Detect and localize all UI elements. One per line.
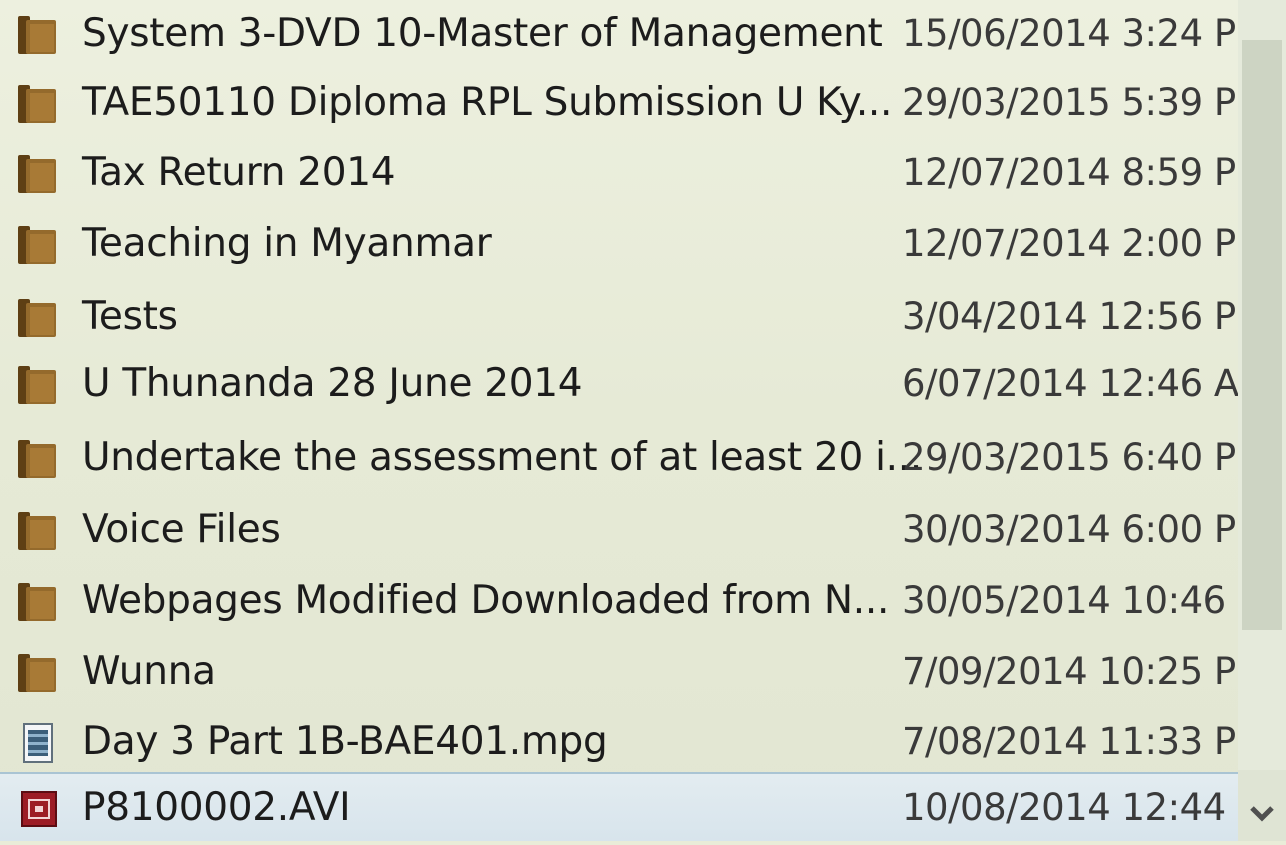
file-list: System 3-DVD 10-Master of Management 15/… (0, 0, 1238, 841)
file-row[interactable]: Wunna 7/09/2014 10:25 PM (0, 638, 1238, 707)
file-name: Undertake the assessment of at least 20 … (82, 435, 922, 480)
folder-icon (16, 364, 60, 406)
file-name: Tax Return 2014 (82, 150, 396, 195)
file-row[interactable]: Tests 3/04/2014 12:56 PM (0, 283, 1238, 352)
folder-icon (16, 153, 60, 195)
file-row[interactable]: Day 3 Part 1B-BAE401.mpg 7/08/2014 11:33… (0, 708, 1238, 777)
file-row[interactable]: System 3-DVD 10-Master of Management 15/… (0, 0, 1238, 69)
file-name: U Thunanda 28 June 2014 (82, 361, 583, 406)
file-date-modified: 30/05/2014 10:46 ... (902, 579, 1238, 622)
file-name: Voice Files (82, 507, 281, 552)
file-date-modified: 7/08/2014 11:33 PM (902, 720, 1238, 763)
chevron-down-icon (1238, 806, 1286, 845)
folder-icon (16, 581, 60, 623)
folder-icon (16, 438, 60, 480)
file-date-modified: 12/07/2014 8:59 PM (902, 151, 1238, 194)
file-name: Wunna (82, 649, 216, 694)
file-row[interactable]: Webpages Modified Downloaded from N... 3… (0, 567, 1238, 636)
vertical-scrollbar[interactable] (1238, 0, 1286, 841)
file-row-selected[interactable]: P8100002.AVI 10/08/2014 12:44 ... (0, 772, 1238, 841)
file-date-modified: 12/07/2014 2:00 PM (902, 222, 1238, 265)
file-row[interactable]: TAE50110 Diploma RPL Submission U Ky... … (0, 69, 1238, 138)
scroll-down-button[interactable] (1238, 778, 1286, 841)
file-row[interactable]: Undertake the assessment of at least 20 … (0, 424, 1238, 493)
folder-icon (16, 224, 60, 266)
file-name: P8100002.AVI (82, 785, 351, 830)
file-date-modified: 30/03/2014 6:00 PM (902, 508, 1238, 551)
file-row[interactable]: Teaching in Myanmar 12/07/2014 2:00 PM (0, 210, 1238, 279)
file-date-modified: 7/09/2014 10:25 PM (902, 650, 1238, 693)
folder-icon (16, 14, 60, 56)
file-name: System 3-DVD 10-Master of Management (82, 11, 883, 56)
folder-icon (16, 652, 60, 694)
file-name: Teaching in Myanmar (82, 221, 492, 266)
file-date-modified: 6/07/2014 12:46 AM (902, 362, 1238, 405)
file-date-modified: 10/08/2014 12:44 ... (902, 786, 1238, 829)
file-date-modified: 29/03/2015 6:40 PM (902, 436, 1238, 479)
video-file-icon (16, 722, 60, 764)
file-row[interactable]: Voice Files 30/03/2014 6:00 PM (0, 496, 1238, 565)
file-date-modified: 29/03/2015 5:39 PM (902, 81, 1238, 124)
file-name: Tests (82, 294, 178, 339)
scroll-thumb[interactable] (1242, 40, 1282, 630)
file-row[interactable]: U Thunanda 28 June 2014 6/07/2014 12:46 … (0, 350, 1238, 419)
folder-icon (16, 510, 60, 552)
avi-file-icon (16, 788, 60, 830)
file-name: TAE50110 Diploma RPL Submission U Ky... (82, 80, 893, 125)
file-name: Webpages Modified Downloaded from N... (82, 578, 890, 623)
folder-icon (16, 297, 60, 339)
folder-icon (16, 83, 60, 125)
file-date-modified: 3/04/2014 12:56 PM (902, 295, 1238, 338)
file-name: Day 3 Part 1B-BAE401.mpg (82, 719, 608, 764)
file-date-modified: 15/06/2014 3:24 PM (902, 12, 1238, 55)
file-row[interactable]: Tax Return 2014 12/07/2014 8:59 PM (0, 139, 1238, 208)
